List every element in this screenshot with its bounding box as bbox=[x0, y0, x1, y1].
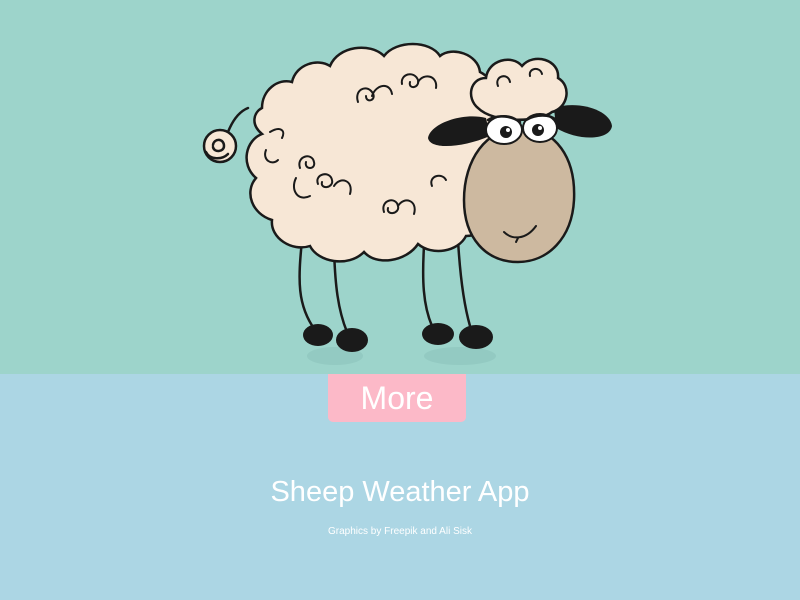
more-button[interactable]: More bbox=[328, 374, 466, 422]
sheep-body bbox=[245, 42, 498, 263]
app-root: More Sheep Weather App Graphics by Freep… bbox=[0, 0, 800, 600]
sheep-head-tuft bbox=[469, 57, 568, 121]
hero-panel bbox=[0, 0, 800, 374]
graphics-credits: Graphics by Freepik and Ali Sisk bbox=[328, 526, 472, 537]
app-title: Sheep Weather App bbox=[270, 476, 530, 508]
sheep-shadow bbox=[307, 347, 496, 365]
sheep-tail bbox=[202, 106, 250, 164]
sheep-illustration bbox=[202, 42, 612, 365]
sheep-face bbox=[462, 126, 576, 264]
